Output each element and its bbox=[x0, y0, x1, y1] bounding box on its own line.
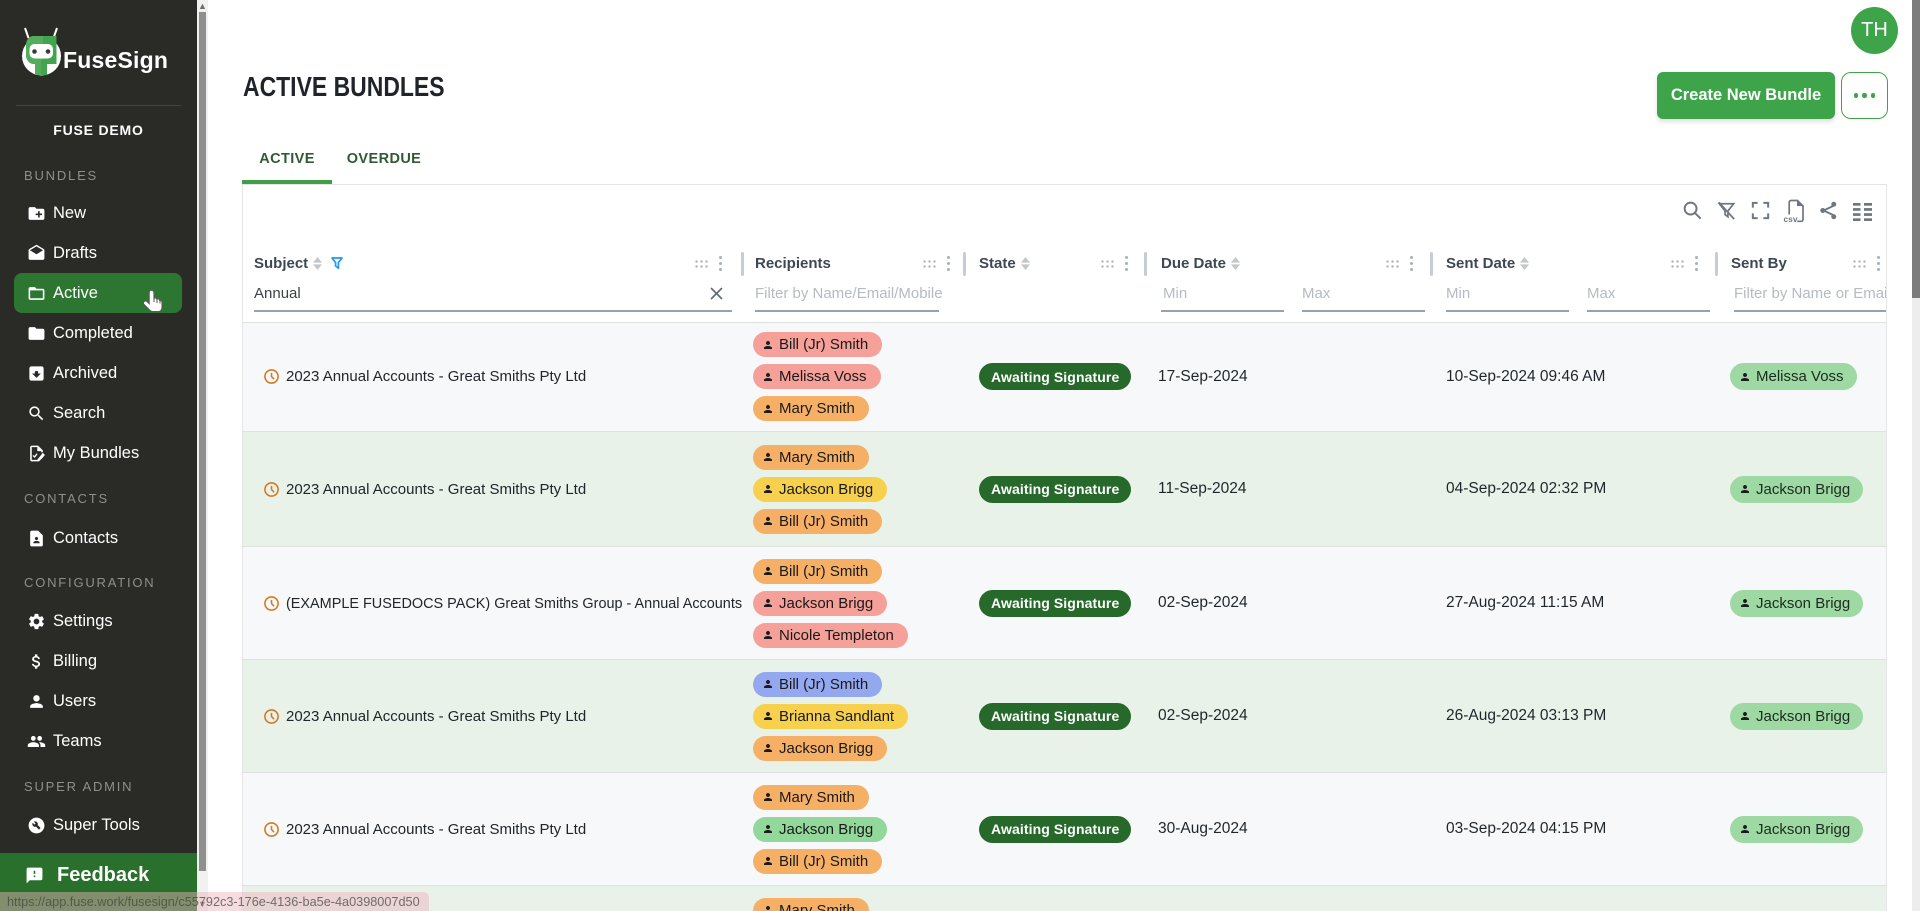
svg-text:csv: csv bbox=[1783, 214, 1797, 223]
